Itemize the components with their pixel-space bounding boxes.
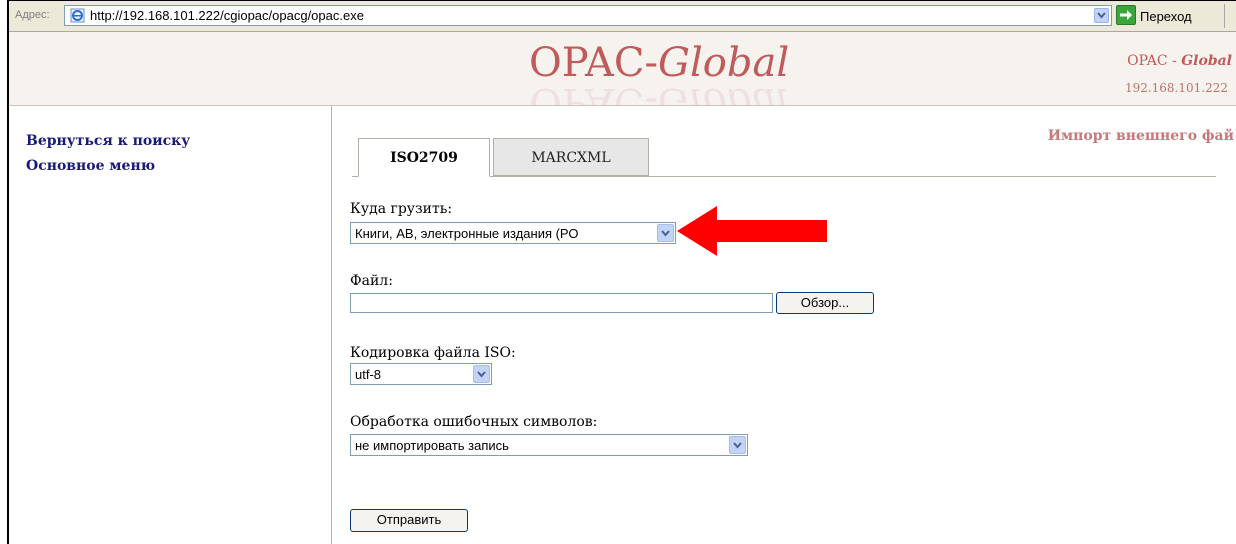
chevron-down-icon [477, 371, 486, 378]
chevron-down-icon [1097, 12, 1106, 19]
errors-dropdown-button[interactable] [729, 436, 746, 454]
submit-button[interactable]: Отправить [350, 509, 468, 532]
page-title: Импорт внешнего фай [1047, 128, 1234, 144]
go-button[interactable] [1116, 5, 1136, 25]
header-title-global: Global [1181, 53, 1232, 69]
target-label: Куда грузить: [350, 201, 453, 217]
site-header: OPAC-Global OPAC-Global OPAC - Global 19… [9, 32, 1236, 106]
file-label: Файл: [350, 273, 393, 289]
logo-reflection: OPAC-Global [529, 79, 790, 106]
file-path-input[interactable] [350, 293, 773, 313]
address-dropdown-button[interactable] [1094, 8, 1109, 23]
server-ip: 192.168.101.222 [1124, 81, 1228, 95]
address-bar: Адрес: http://192.168.101.222/cgiopac/op… [9, 1, 1236, 32]
errors-select[interactable]: не импортировать запись [350, 434, 748, 456]
logo-reflection-opac: OPAC- [529, 79, 659, 106]
go-label[interactable]: Переход [1140, 9, 1192, 24]
tab-iso2709[interactable]: ISO2709 [358, 138, 490, 177]
logo-reflection-global: Global [658, 79, 790, 106]
header-title-opac: OPAC - [1127, 53, 1182, 69]
red-arrow-annotation [677, 206, 827, 256]
address-input[interactable]: http://192.168.101.222/cgiopac/opacg/opa… [64, 5, 1112, 26]
encoding-select[interactable]: utf-8 [350, 363, 492, 385]
errors-label: Обработка ошибочных символов: [350, 414, 598, 430]
arrow-right-icon [1120, 10, 1132, 20]
target-dropdown-button[interactable] [657, 224, 674, 242]
target-select-value: Книги, АВ, электронные издания (РО [355, 226, 579, 241]
ie-page-icon [70, 8, 85, 23]
encoding-dropdown-button[interactable] [473, 365, 490, 383]
header-product-title: OPAC - Global [1127, 53, 1232, 69]
tab-marcxml[interactable]: MARCXML [493, 138, 649, 176]
target-select[interactable]: Книги, АВ, электронные издания (РО [350, 222, 676, 244]
encoding-label: Кодировка файла ISO: [350, 345, 516, 361]
sidebar: Вернуться к поиску Основное меню [9, 106, 332, 544]
address-label: Адрес: [15, 9, 50, 21]
chevron-down-icon [733, 442, 742, 449]
browse-button[interactable]: Обзор... [776, 292, 874, 314]
browser-window: Адрес: http://192.168.101.222/cgiopac/op… [7, 0, 1236, 544]
sidebar-item-main-menu[interactable]: Основное меню [26, 158, 155, 174]
errors-select-value: не импортировать запись [355, 438, 509, 453]
toolbar-separator [1224, 4, 1225, 28]
encoding-select-value: utf-8 [355, 367, 382, 382]
sidebar-item-back-to-search[interactable]: Вернуться к поиску [26, 133, 190, 149]
address-url: http://192.168.101.222/cgiopac/opacg/opa… [90, 8, 364, 23]
chevron-down-icon [661, 230, 670, 237]
